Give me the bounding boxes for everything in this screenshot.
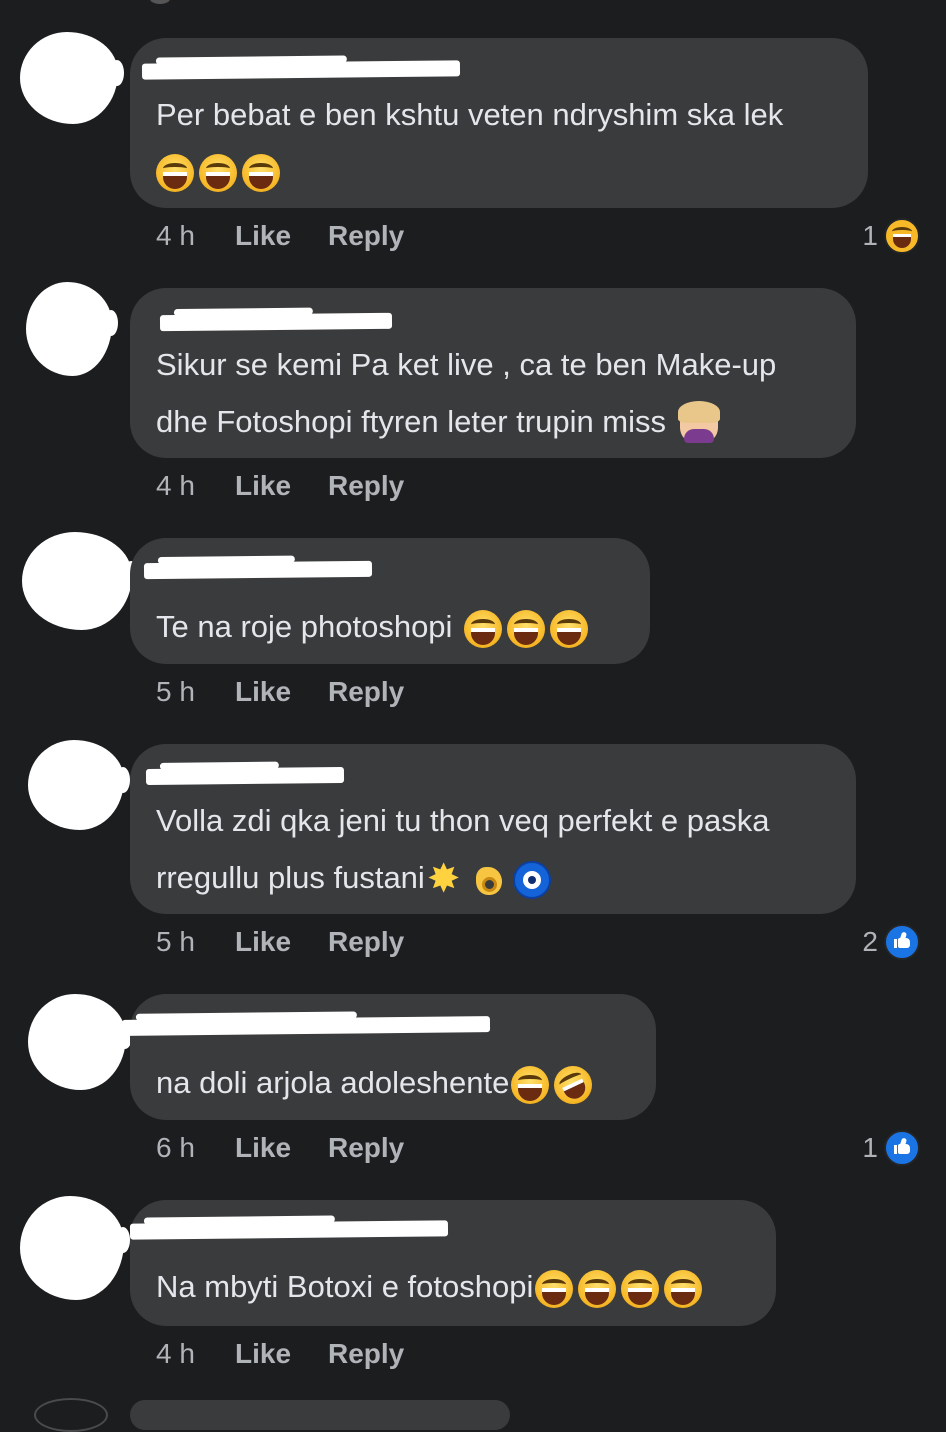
redacted-author-name: [159, 312, 393, 332]
redacted-author-name: [121, 1016, 491, 1036]
comment-text: Sikur se kemi Pa ket live , ca te ben Ma…: [156, 347, 777, 382]
comment-time[interactable]: 4 h: [156, 470, 235, 502]
avatar[interactable]: [20, 1196, 130, 1300]
comment-meta: 4 h Like Reply: [156, 470, 404, 502]
like-button[interactable]: Like: [235, 1338, 328, 1370]
comment-text: Volla zdi qka jeni tu thon veq perfekt e…: [156, 803, 770, 838]
reply-button[interactable]: Reply: [328, 220, 404, 251]
previous-comment-edge: [150, 0, 170, 4]
laughing-tears-emoji-icon: [507, 609, 546, 648]
reply-button[interactable]: Reply: [328, 676, 404, 707]
rolling-laughing-emoji-icon: [548, 1059, 599, 1111]
comment-meta: 4 h Like Reply: [156, 1338, 404, 1370]
laughing-tears-emoji-icon: [578, 1269, 617, 1308]
comment-time[interactable]: 4 h: [156, 220, 235, 252]
reaction-summary[interactable]: 1: [862, 1130, 920, 1166]
next-comment-avatar[interactable]: [34, 1398, 108, 1432]
facepalm-emoji-icon: [678, 400, 721, 443]
nazar-amulet-emoji-icon: [512, 860, 551, 899]
comment-bubble[interactable]: Sikur se kemi Pa ket live , ca te ben Ma…: [130, 288, 856, 458]
laughing-tears-emoji-icon: [621, 1269, 660, 1308]
reaction-count: 1: [862, 220, 878, 251]
comment-bubble[interactable]: Te na roje photoshopi: [130, 538, 650, 664]
redacted-author-name: [141, 60, 461, 80]
reply-button[interactable]: Reply: [328, 1132, 404, 1163]
laughing-tears-emoji-icon: [156, 153, 194, 192]
laughing-tears-emoji-icon: [464, 609, 503, 648]
avatar[interactable]: [28, 740, 130, 830]
comment-time[interactable]: 6 h: [156, 1132, 235, 1164]
reply-button[interactable]: Reply: [328, 1338, 404, 1369]
comment-text: dhe Fotoshopi ftyren leter trupin miss: [156, 400, 721, 443]
comment-meta: 5 h Like Reply: [156, 926, 404, 958]
redacted-author-name: [143, 560, 373, 580]
comment-bubble[interactable]: na doli arjola adoleshente: [121, 994, 656, 1120]
comment-text: rregullu plus fustani: [156, 857, 551, 901]
next-comment-bubble[interactable]: [130, 1400, 510, 1430]
reply-button[interactable]: Reply: [328, 470, 404, 501]
reply-button[interactable]: Reply: [328, 926, 404, 957]
comment-text: Te na roje photoshopi: [156, 608, 589, 648]
like-button[interactable]: Like: [235, 220, 328, 252]
reaction-count: 2: [862, 926, 878, 957]
sparkle-star-emoji-icon: [427, 857, 465, 901]
comment-text: Na mbyti Botoxi e fotoshopi: [156, 1268, 703, 1308]
comment-bubble[interactable]: Per bebat e ben kshtu veten ndryshim ska…: [130, 38, 868, 208]
comment-text: Per bebat e ben kshtu veten ndryshim ska…: [156, 97, 784, 132]
redacted-author-name: [129, 1220, 449, 1240]
comment-meta: 4 h Like Reply: [156, 220, 404, 252]
avatar[interactable]: [26, 282, 118, 376]
comment-meta: 6 h Like Reply: [156, 1132, 404, 1164]
laughing-tears-emoji-icon: [535, 1269, 574, 1308]
comment-time[interactable]: 5 h: [156, 676, 235, 708]
comment-meta: 5 h Like Reply: [156, 676, 404, 708]
avatar[interactable]: [22, 532, 138, 630]
comment-emoji-line: [156, 152, 280, 192]
ok-hand-emoji-icon: [470, 861, 508, 899]
comment-bubble[interactable]: Volla zdi qka jeni tu thon veq perfekt e…: [130, 744, 856, 914]
like-button[interactable]: Like: [235, 1132, 328, 1164]
like-icon: [884, 1130, 920, 1166]
like-icon: [884, 924, 920, 960]
like-button[interactable]: Like: [235, 470, 328, 502]
avatar[interactable]: [20, 32, 124, 124]
laughing-tears-emoji-icon: [550, 609, 589, 648]
laughing-tears-emoji-icon: [242, 153, 280, 192]
laughing-tears-emoji-icon: [511, 1065, 550, 1104]
laughing-tears-emoji-icon: [664, 1269, 703, 1308]
laughing-tears-emoji-icon: [199, 153, 237, 192]
avatar[interactable]: [28, 994, 132, 1090]
redacted-author-name: [145, 766, 345, 786]
like-button[interactable]: Like: [235, 676, 328, 708]
comment-bubble[interactable]: Na mbyti Botoxi e fotoshopi: [129, 1200, 776, 1326]
reaction-count: 1: [862, 1132, 878, 1163]
like-button[interactable]: Like: [235, 926, 328, 958]
comment-time[interactable]: 4 h: [156, 1338, 235, 1370]
reaction-summary[interactable]: 1: [862, 218, 920, 254]
reaction-summary[interactable]: 2: [862, 924, 920, 960]
comment-time[interactable]: 5 h: [156, 926, 235, 958]
haha-icon: [884, 218, 920, 254]
comment-text: na doli arjola adoleshente: [156, 1059, 599, 1111]
